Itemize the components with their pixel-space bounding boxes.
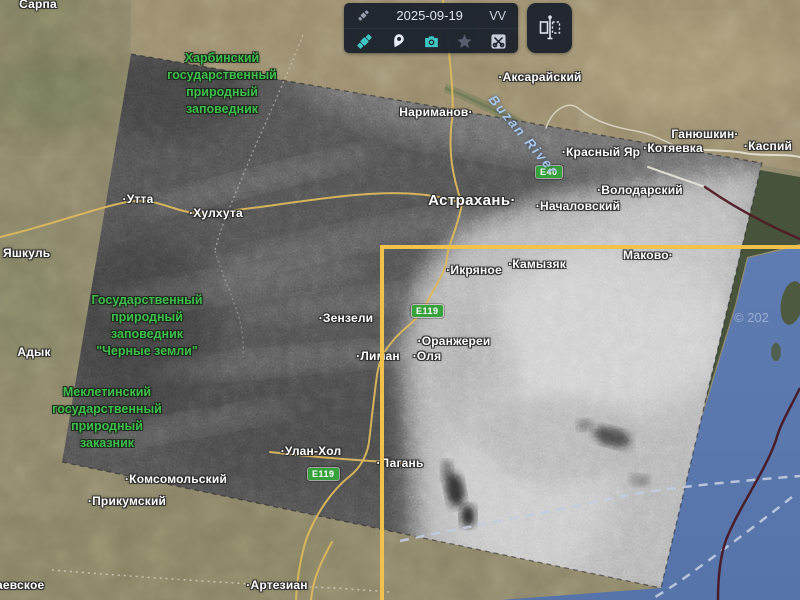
polarization-selector[interactable]: VV [489,9,506,23]
selection-rectangle[interactable] [380,245,800,600]
compare-split-icon [538,14,562,42]
location-pin-icon[interactable] [389,32,407,50]
satellite-icon[interactable] [355,32,373,50]
timeline-toolbar: 2025-09-19 VV [344,3,518,53]
toolbar-actions-row [344,29,518,53]
camera-icon[interactable] [422,32,440,50]
toolbar-header-row: 2025-09-19 VV [344,3,518,29]
satellite-map-viewport[interactable]: Сарпа Нариманов· ·Аксарайский Ганюшкин· … [0,0,800,600]
date-picker[interactable]: 2025-09-19 [379,8,480,23]
crop-icon[interactable] [489,32,507,50]
star-icon[interactable] [456,32,474,50]
compare-button[interactable] [527,3,572,53]
satellite-icon [356,9,370,23]
